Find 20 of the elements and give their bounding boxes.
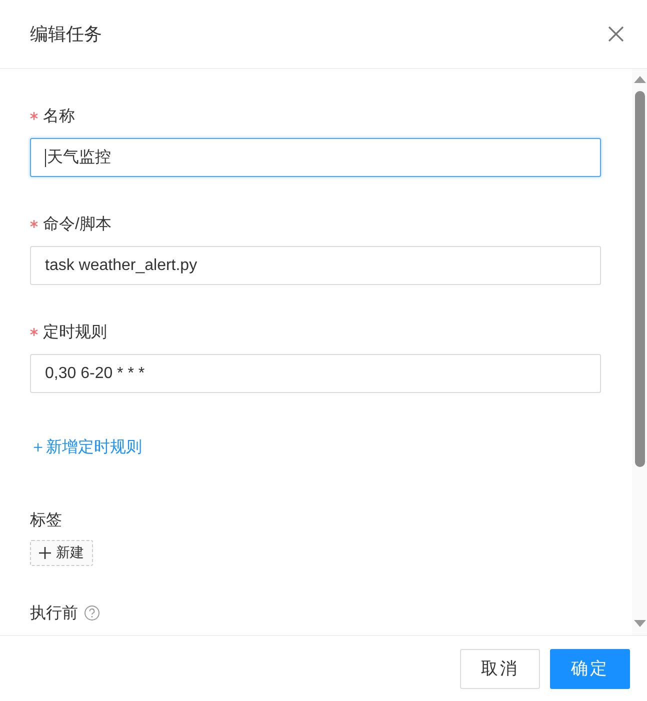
required-icon [30, 220, 38, 228]
scroll-down-icon[interactable] [634, 620, 646, 627]
close-icon[interactable] [607, 25, 625, 43]
cancel-button[interactable]: 取消 [460, 648, 540, 688]
text-field[interactable]: task weather_alert.py [30, 246, 601, 285]
dialog-title: 编辑任务 [30, 23, 102, 46]
required-icon [30, 328, 38, 336]
required-icon [30, 112, 38, 120]
plus-icon [39, 547, 51, 559]
field-label: 命令/脚本 [43, 214, 112, 234]
field-label: 定时规则 [43, 322, 107, 342]
text-field[interactable]: 天气监控 [30, 138, 601, 177]
scrollbar-thumb[interactable] [634, 91, 644, 467]
help-icon[interactable] [84, 605, 100, 621]
scroll-up-icon[interactable] [634, 76, 646, 83]
field-label: 标签 [30, 510, 62, 530]
new-tag-button[interactable]: 新建 [30, 540, 93, 566]
field-label: 执行前 [30, 604, 78, 624]
text-field[interactable]: 0,30 6-20 * * * [30, 354, 601, 393]
field-label: 名称 [43, 106, 75, 126]
